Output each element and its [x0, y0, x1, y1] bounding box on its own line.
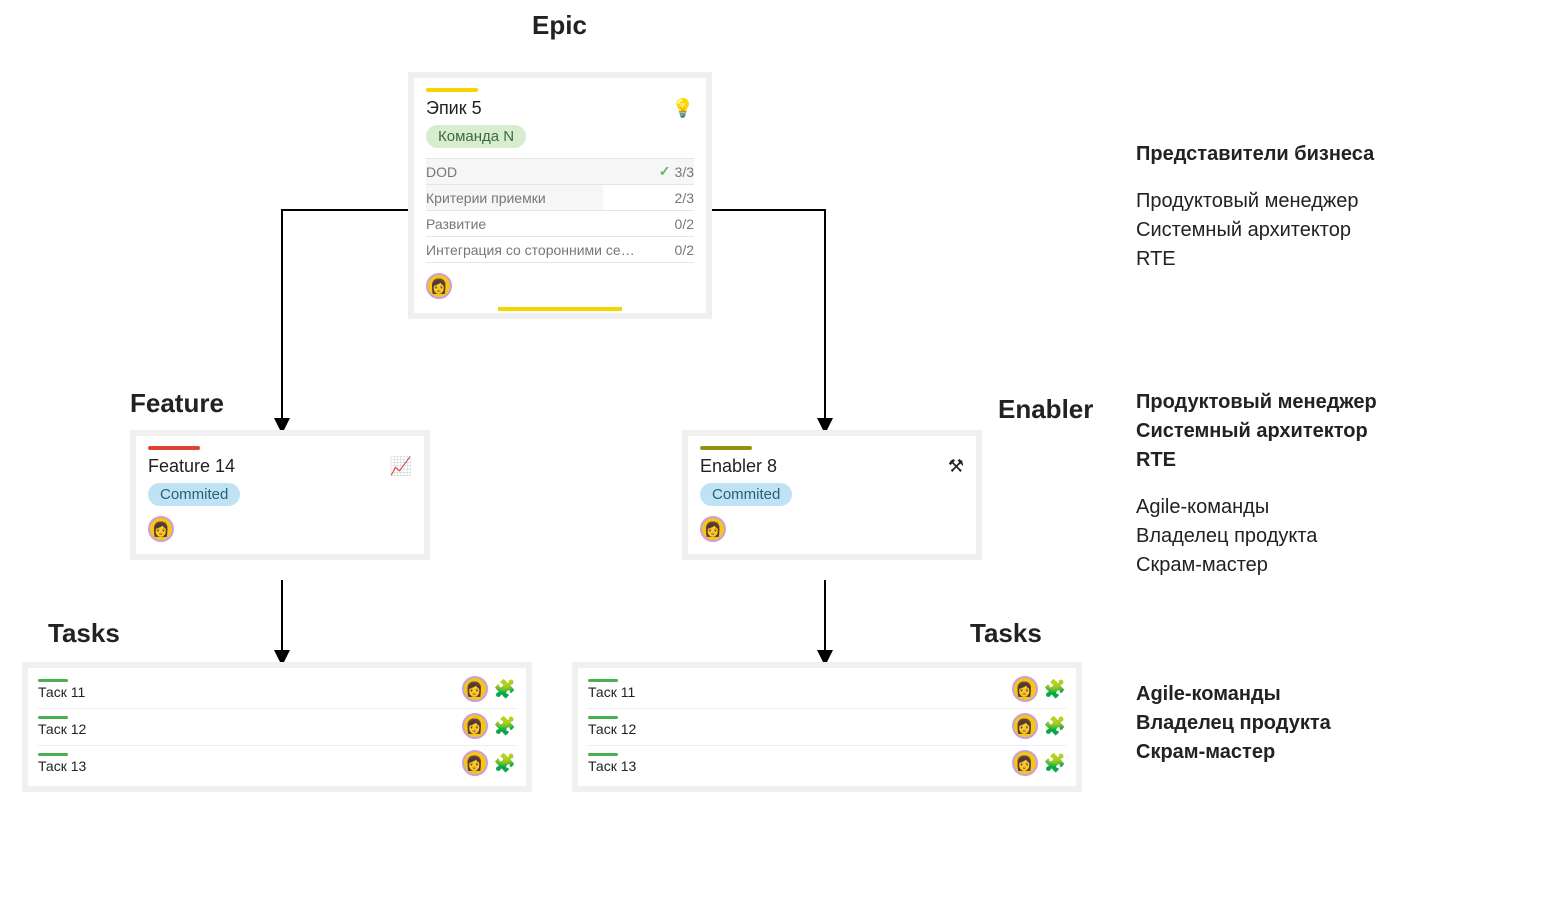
task-row[interactable]: Таск 13 🧩 [588, 746, 1066, 782]
avatar[interactable] [426, 273, 452, 299]
epic-team-tag[interactable]: Команда N [426, 125, 526, 148]
task-row[interactable]: Таск 12 🧩 [588, 709, 1066, 746]
enabler-card[interactable]: Enabler 8 ⚒ Commited [682, 430, 982, 560]
feature-heading: Feature [130, 388, 224, 419]
puzzle-icon: 🧩 [494, 716, 516, 737]
avatar[interactable] [148, 516, 174, 542]
puzzle-icon: 🧩 [1044, 716, 1066, 737]
epic-progress-row[interactable]: Интеграция со сторонними серви… 0/2 [426, 237, 694, 263]
task-row[interactable]: Таск 13 🧩 [38, 746, 516, 782]
epic-title: Эпик 5 [426, 98, 482, 119]
puzzle-icon: 🧩 [494, 679, 516, 700]
lightbulb-icon: 💡 [672, 98, 694, 119]
tasks-left-list: Таск 11 🧩 Таск 12 🧩 Таск 13 🧩 [22, 662, 532, 792]
epic-card[interactable]: Эпик 5 💡 Команда N DOD ✓3/3 Критерии при… [408, 72, 712, 319]
avatar[interactable] [700, 516, 726, 542]
roles-feature: Продуктовый менеджер Системный архитекто… [1136, 388, 1516, 580]
puzzle-icon: 🧩 [1044, 679, 1066, 700]
enabler-heading: Enabler [998, 394, 1093, 425]
enabler-accent [700, 446, 752, 450]
task-row[interactable]: Таск 11 🧩 [588, 672, 1066, 709]
roles-tasks: Agile-команды Владелец продукта Скрам-ма… [1136, 680, 1516, 767]
epic-progress-list: DOD ✓3/3 Критерии приемки 2/3 Развитие 0… [426, 158, 694, 263]
avatar[interactable] [462, 750, 488, 776]
tools-icon: ⚒ [948, 456, 964, 477]
puzzle-icon: 🧩 [1044, 753, 1066, 774]
avatar[interactable] [462, 676, 488, 702]
avatar[interactable] [1012, 750, 1038, 776]
roles-epic: Представители бизнеса Продуктовый менедж… [1136, 140, 1516, 274]
tasks-right-list: Таск 11 🧩 Таск 12 🧩 Таск 13 🧩 [572, 662, 1082, 792]
epic-bottom-accent [498, 307, 621, 311]
avatar[interactable] [1012, 713, 1038, 739]
feature-title: Feature 14 [148, 456, 235, 477]
enabler-status-tag[interactable]: Commited [700, 483, 792, 506]
epic-progress-row[interactable]: Развитие 0/2 [426, 211, 694, 237]
epic-progress-row[interactable]: Критерии приемки 2/3 [426, 185, 694, 211]
avatar[interactable] [1012, 676, 1038, 702]
avatar[interactable] [462, 713, 488, 739]
epic-heading: Epic [532, 10, 587, 41]
puzzle-icon: 🧩 [494, 753, 516, 774]
epic-accent [426, 88, 478, 92]
chart-up-icon: 📈 [390, 456, 412, 477]
feature-accent [148, 446, 200, 450]
epic-progress-row[interactable]: DOD ✓3/3 [426, 159, 694, 185]
task-row[interactable]: Таск 12 🧩 [38, 709, 516, 746]
tasks-left-heading: Tasks [48, 618, 120, 649]
task-row[interactable]: Таск 11 🧩 [38, 672, 516, 709]
tasks-right-heading: Tasks [970, 618, 1042, 649]
check-icon: ✓ [659, 163, 671, 180]
feature-status-tag[interactable]: Commited [148, 483, 240, 506]
enabler-title: Enabler 8 [700, 456, 777, 477]
feature-card[interactable]: Feature 14 📈 Commited [130, 430, 430, 560]
